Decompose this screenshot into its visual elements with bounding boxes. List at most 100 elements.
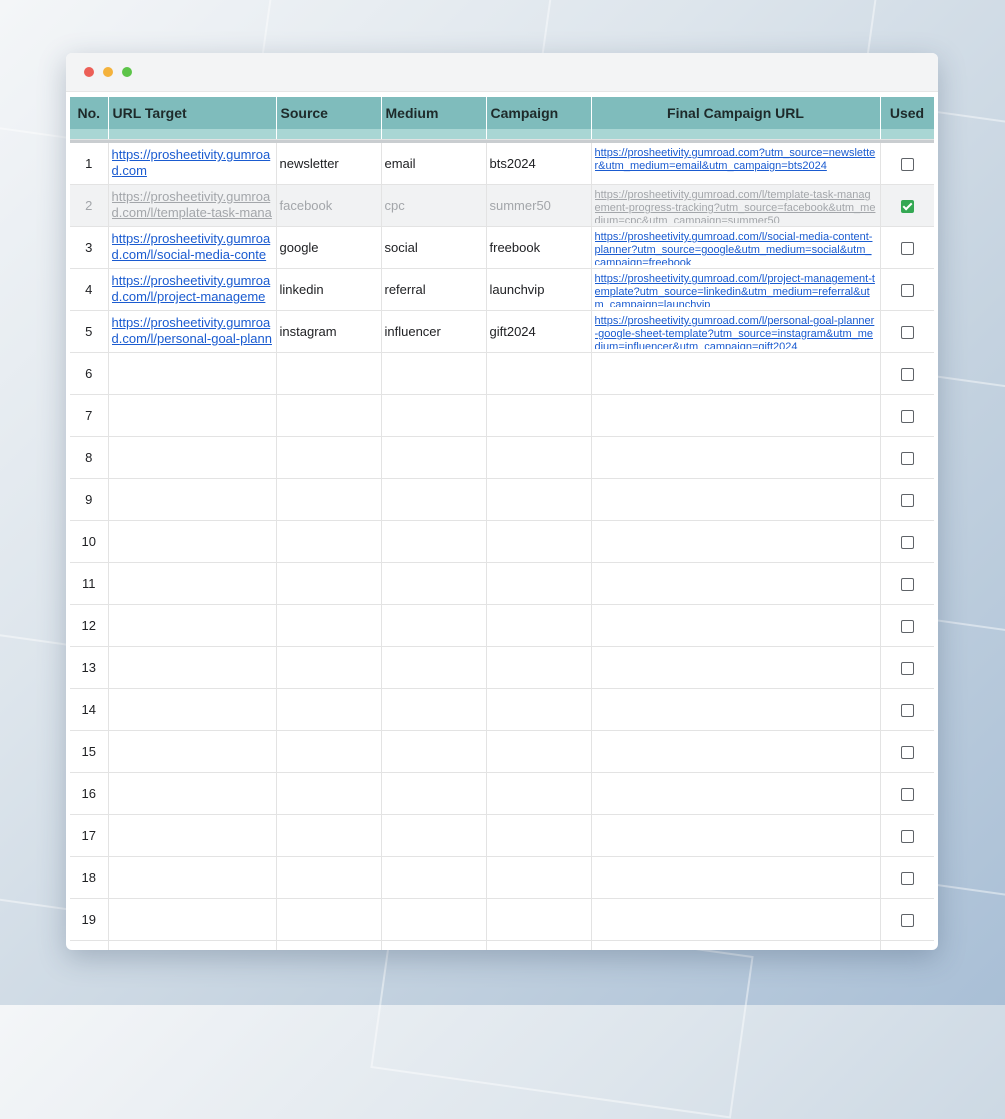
cell-used[interactable]	[880, 520, 934, 563]
cell-medium[interactable]	[381, 898, 487, 941]
cell-source[interactable]: facebook	[276, 184, 382, 227]
cell-campaign[interactable]: gift2024	[486, 310, 592, 353]
cell-source[interactable]	[276, 856, 382, 899]
cell-campaign[interactable]: launchvip	[486, 268, 592, 311]
checkbox-icon[interactable]	[900, 872, 914, 886]
cell-medium[interactable]	[381, 814, 487, 857]
cell-campaign[interactable]	[486, 814, 592, 857]
cell-source[interactable]	[276, 898, 382, 941]
checkbox-icon[interactable]	[900, 620, 914, 634]
checkbox-icon[interactable]	[900, 746, 914, 760]
cell-campaign[interactable]	[486, 898, 592, 941]
cell-no[interactable]: 5	[70, 310, 109, 353]
cell-used[interactable]	[880, 478, 934, 521]
cell-source[interactable]: newsletter	[276, 143, 382, 185]
url-target-link[interactable]: https://prosheetivity.gumroad.com/l/temp…	[112, 189, 273, 221]
cell-used[interactable]	[880, 394, 934, 437]
cell-final-campaign-url[interactable]	[591, 352, 881, 395]
cell-url-target[interactable]: https://prosheetivity.gumroad.com/l/temp…	[108, 184, 277, 227]
cell-url-target[interactable]: https://prosheetivity.gumroad.com/l/pers…	[108, 310, 277, 353]
checkbox-icon[interactable]	[900, 788, 914, 802]
cell-no[interactable]: 3	[70, 226, 109, 269]
cell-final-campaign-url[interactable]: https://prosheetivity.gumroad.com/l/pers…	[591, 310, 881, 353]
cell-used[interactable]	[880, 940, 934, 950]
cell-no[interactable]: 9	[70, 478, 109, 521]
cell-medium[interactable]	[381, 520, 487, 563]
cell-source[interactable]	[276, 478, 382, 521]
url-target-link[interactable]: https://prosheetivity.gumroad.com	[112, 147, 273, 179]
cell-final-campaign-url[interactable]: https://prosheetivity.gumroad.com?utm_so…	[591, 143, 881, 185]
cell-campaign[interactable]	[486, 604, 592, 647]
cell-used[interactable]	[880, 184, 934, 227]
checkbox-icon[interactable]	[900, 662, 914, 676]
cell-url-target[interactable]	[108, 814, 277, 857]
checkbox-icon[interactable]	[900, 914, 914, 928]
header-source[interactable]: Source	[276, 97, 382, 129]
cell-no[interactable]: 16	[70, 772, 109, 815]
cell-final-campaign-url[interactable]: https://prosheetivity.gumroad.com/l/soci…	[591, 226, 881, 269]
cell-no[interactable]: 20	[70, 940, 109, 950]
cell-no[interactable]: 14	[70, 688, 109, 731]
cell-url-target[interactable]: https://prosheetivity.gumroad.com/l/soci…	[108, 226, 277, 269]
cell-medium[interactable]	[381, 730, 487, 773]
cell-no[interactable]: 19	[70, 898, 109, 941]
cell-source[interactable]	[276, 940, 382, 950]
cell-used[interactable]	[880, 814, 934, 857]
checkbox-icon[interactable]	[900, 410, 914, 424]
cell-no[interactable]: 4	[70, 268, 109, 311]
cell-used[interactable]	[880, 772, 934, 815]
cell-medium[interactable]: influencer	[381, 310, 487, 353]
cell-used[interactable]	[880, 310, 934, 353]
cell-used[interactable]	[880, 856, 934, 899]
cell-medium[interactable]	[381, 856, 487, 899]
cell-no[interactable]: 15	[70, 730, 109, 773]
cell-used[interactable]	[880, 646, 934, 689]
cell-campaign[interactable]	[486, 688, 592, 731]
checkbox-icon[interactable]	[900, 704, 914, 718]
header-medium[interactable]: Medium	[381, 97, 487, 129]
cell-url-target[interactable]	[108, 730, 277, 773]
cell-final-campaign-url[interactable]	[591, 688, 881, 731]
header-no[interactable]: No.	[70, 97, 109, 129]
cell-medium[interactable]	[381, 478, 487, 521]
cell-campaign[interactable]	[486, 940, 592, 950]
cell-no[interactable]: 10	[70, 520, 109, 563]
cell-final-campaign-url[interactable]: https://prosheetivity.gumroad.com/l/temp…	[591, 184, 881, 227]
checkbox-icon[interactable]	[900, 578, 914, 592]
cell-used[interactable]	[880, 143, 934, 185]
cell-url-target[interactable]	[108, 688, 277, 731]
cell-medium[interactable]	[381, 352, 487, 395]
cell-url-target[interactable]	[108, 394, 277, 437]
checkbox-icon[interactable]	[900, 326, 914, 340]
cell-final-campaign-url[interactable]: https://prosheetivity.gumroad.com/l/proj…	[591, 268, 881, 311]
header-used[interactable]: Used	[880, 97, 934, 129]
cell-final-campaign-url[interactable]	[591, 898, 881, 941]
cell-no[interactable]: 17	[70, 814, 109, 857]
checkbox-icon[interactable]	[900, 284, 914, 298]
cell-final-campaign-url[interactable]	[591, 730, 881, 773]
cell-final-campaign-url[interactable]	[591, 562, 881, 605]
cell-medium[interactable]: social	[381, 226, 487, 269]
cell-medium[interactable]	[381, 772, 487, 815]
header-campaign[interactable]: Campaign	[486, 97, 592, 129]
cell-campaign[interactable]	[486, 394, 592, 437]
cell-final-campaign-url[interactable]	[591, 856, 881, 899]
cell-source[interactable]	[276, 772, 382, 815]
checkbox-icon[interactable]	[900, 368, 914, 382]
cell-final-campaign-url[interactable]	[591, 478, 881, 521]
checkbox-icon[interactable]	[900, 158, 914, 172]
cell-source[interactable]	[276, 394, 382, 437]
cell-campaign[interactable]	[486, 562, 592, 605]
cell-source[interactable]	[276, 646, 382, 689]
cell-no[interactable]: 12	[70, 604, 109, 647]
cell-source[interactable]	[276, 814, 382, 857]
cell-used[interactable]	[880, 436, 934, 479]
cell-used[interactable]	[880, 898, 934, 941]
cell-campaign[interactable]	[486, 730, 592, 773]
cell-campaign[interactable]	[486, 352, 592, 395]
cell-url-target[interactable]	[108, 604, 277, 647]
cell-url-target[interactable]: https://prosheetivity.gumroad.com	[108, 143, 277, 185]
cell-source[interactable]: google	[276, 226, 382, 269]
cell-medium[interactable]	[381, 562, 487, 605]
cell-no[interactable]: 11	[70, 562, 109, 605]
